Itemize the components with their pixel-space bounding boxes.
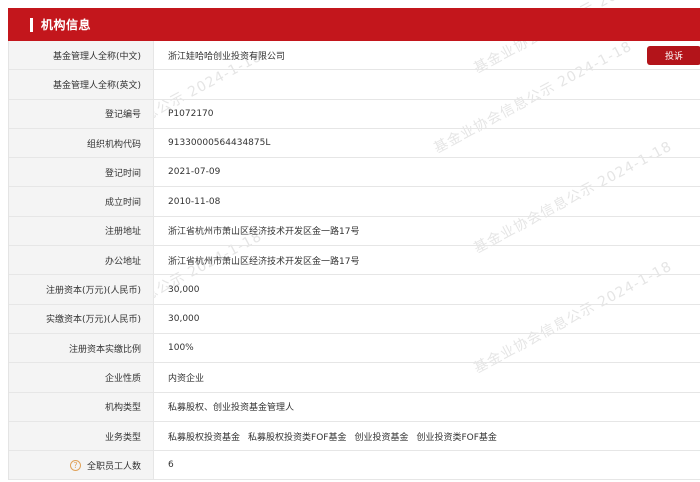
row-label: 注册资本(万元)(人民币)	[9, 275, 154, 304]
row-value: 私募股权投资基金 私募股权投资类FOF基金 创业投资基金 创业投资类FOF基金	[154, 422, 700, 450]
table-row: 登记编号 P1072170	[9, 99, 700, 129]
table-row: 机构类型 私募股权、创业投资基金管理人	[9, 392, 700, 422]
row-label: 成立时间	[9, 187, 154, 216]
row-value: P1072170	[168, 108, 214, 119]
row-value	[154, 70, 700, 98]
table-row: 成立时间 2010-11-08	[9, 187, 700, 217]
business-type-item: 私募股权投资类FOF基金	[248, 432, 347, 443]
row-label: 组织机构代码	[9, 128, 154, 158]
row-value: 内资企业	[168, 373, 205, 384]
row-label: 业务类型	[9, 421, 154, 451]
row-label: 实缴资本(万元)(人民币)	[9, 304, 154, 333]
row-value: 100%	[168, 343, 194, 354]
table-row: 组织机构代码 91330000564434875L	[9, 128, 700, 159]
fund-manager-name-cn: 浙江娃哈哈创业投资有限公司	[168, 51, 286, 62]
row-value: 30,000	[168, 313, 200, 324]
row-label: 基金管理人全称(英文)	[9, 70, 154, 99]
table-row: ? 全职员工人数 6	[9, 451, 700, 481]
table-row: 实缴资本(万元)(人民币) 30,000	[9, 304, 700, 334]
row-value: 2010-11-08	[168, 196, 221, 207]
row-label: 基金管理人全称(中文)	[9, 41, 154, 70]
row-value: 30,000	[168, 284, 200, 295]
table-row: 企业性质 内资企业	[9, 363, 700, 393]
question-circle-icon[interactable]: ?	[69, 459, 81, 471]
row-label: 注册地址	[9, 216, 154, 246]
table-row: 办公地址 浙江省杭州市萧山区经济技术开发区金一路17号	[9, 246, 700, 276]
business-type-item: 创业投资类FOF基金	[416, 432, 497, 443]
row-label: ? 全职员工人数	[9, 451, 154, 480]
row-value: 浙江娃哈哈创业投资有限公司 投诉	[154, 41, 700, 69]
info-table: 基金管理人全称(中文) 浙江娃哈哈创业投资有限公司 投诉 基金管理人全称(英文)…	[8, 41, 700, 481]
row-value: 浙江省杭州市萧山区经济技术开发区金一路17号	[168, 227, 360, 238]
table-row: 基金管理人全称(中文) 浙江娃哈哈创业投资有限公司 投诉	[9, 41, 700, 71]
table-row: 注册资本(万元)(人民币) 30,000	[9, 275, 700, 305]
row-label: 机构类型	[9, 392, 154, 421]
row-label: 登记时间	[9, 158, 154, 187]
table-row: 业务类型 私募股权投资基金 私募股权投资类FOF基金 创业投资基金 创业投资类F…	[9, 421, 700, 452]
row-label: 企业性质	[9, 363, 154, 392]
table-row: 注册地址 浙江省杭州市萧山区经济技术开发区金一路17号	[9, 216, 700, 247]
row-label-text: 全职员工人数	[86, 461, 141, 472]
row-value: 91330000564434875L	[168, 138, 271, 149]
row-value: 6	[168, 460, 174, 471]
business-type-item: 创业投资基金	[354, 432, 409, 443]
row-value: 浙江省杭州市萧山区经济技术开发区金一路17号	[168, 256, 360, 267]
row-value: 私募股权、创业投资基金管理人	[168, 403, 295, 414]
table-row: 登记时间 2021-07-09	[9, 158, 700, 188]
table-row: 基金管理人全称(英文)	[9, 70, 700, 100]
report-button[interactable]: 投诉	[647, 46, 700, 65]
row-label: 注册资本实缴比例	[9, 333, 154, 363]
business-type-item: 私募股权投资基金	[168, 432, 241, 443]
section-title: 机构信息	[41, 18, 92, 32]
row-value: 2021-07-09	[168, 167, 221, 178]
row-label: 登记编号	[9, 99, 154, 128]
header-accent-bar	[30, 17, 33, 32]
section-header: 机构信息	[8, 8, 700, 41]
row-label: 办公地址	[9, 246, 154, 275]
table-row: 注册资本实缴比例 100%	[9, 333, 700, 364]
